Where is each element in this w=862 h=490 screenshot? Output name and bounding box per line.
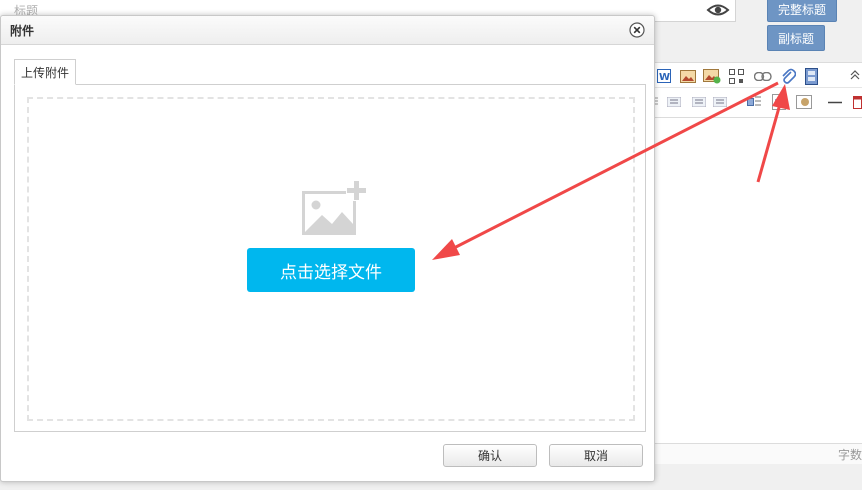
confirm-button[interactable]: 确认 bbox=[443, 444, 537, 467]
file-drop-zone[interactable]: 点击选择文件 bbox=[27, 97, 635, 421]
close-icon[interactable] bbox=[629, 22, 645, 38]
dialog-footer: 确认 取消 bbox=[1, 434, 654, 481]
horizontal-rule-icon[interactable] bbox=[828, 101, 842, 104]
full-title-button[interactable]: 完整标题 bbox=[767, 0, 837, 22]
indent-icon[interactable] bbox=[667, 97, 681, 107]
link-icon[interactable] bbox=[754, 72, 772, 81]
eye-icon[interactable] bbox=[706, 0, 730, 20]
cancel-button[interactable]: 取消 bbox=[549, 444, 643, 467]
word-count-label: 字数 bbox=[837, 448, 862, 462]
editor-status-bar: 字数 bbox=[654, 443, 862, 464]
image-add-icon bbox=[302, 179, 368, 235]
tab-upload-attachment[interactable]: 上传附件 bbox=[14, 59, 76, 85]
dialog-header: 附件 bbox=[1, 16, 654, 45]
image-right-icon[interactable] bbox=[796, 95, 812, 109]
svg-text:W: W bbox=[659, 72, 670, 83]
paperclip-icon[interactable] bbox=[780, 67, 796, 85]
film-icon[interactable] bbox=[805, 68, 818, 85]
word-icon[interactable]: W bbox=[657, 69, 671, 83]
dialog-title: 附件 bbox=[10, 24, 35, 38]
choose-file-button[interactable]: 点击选择文件 bbox=[247, 248, 415, 292]
chevron-up-icon[interactable] bbox=[850, 70, 860, 80]
date-icon[interactable] bbox=[853, 95, 862, 109]
outdent-icon[interactable] bbox=[692, 97, 706, 107]
image-left-icon[interactable] bbox=[747, 95, 761, 109]
paragraph-icon[interactable] bbox=[713, 97, 727, 107]
attachment-dialog: 附件 上传附件 点击选择文件 确认 取消 bbox=[0, 15, 655, 482]
subtitle-button[interactable]: 副标题 bbox=[767, 25, 825, 51]
upload-panel: 点击选择文件 bbox=[14, 84, 646, 432]
multi-image-icon[interactable] bbox=[703, 69, 721, 84]
image-center-icon[interactable] bbox=[772, 94, 786, 110]
qrcode-icon[interactable] bbox=[729, 69, 744, 84]
image-icon[interactable] bbox=[680, 70, 696, 83]
